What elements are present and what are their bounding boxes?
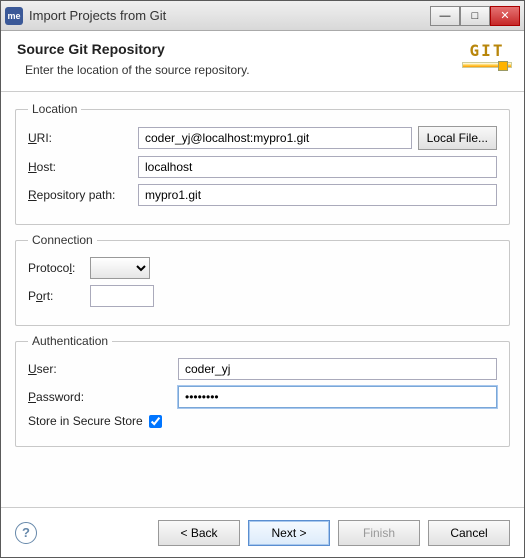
port-label: Port: — [28, 289, 90, 303]
cancel-button[interactable]: Cancel — [428, 520, 510, 546]
auth-legend: Authentication — [28, 334, 112, 348]
location-group: Location URI: Local File... Host: Reposi… — [15, 102, 510, 225]
close-button[interactable]: ✕ — [490, 6, 520, 26]
titlebar[interactable]: me Import Projects from Git ― □ ✕ — [1, 1, 524, 31]
protocol-label: Protocol: — [28, 261, 90, 275]
user-input[interactable] — [178, 358, 497, 380]
repo-path-label: Repository path: — [28, 188, 138, 202]
connection-legend: Connection — [28, 233, 97, 247]
port-input[interactable] — [90, 285, 154, 307]
auth-group: Authentication User: Password: Store in … — [15, 334, 510, 447]
window-controls: ― □ ✕ — [430, 6, 520, 26]
host-input[interactable] — [138, 156, 497, 178]
next-button[interactable]: Next > — [248, 520, 330, 546]
store-label: Store in Secure Store — [28, 414, 143, 428]
password-input[interactable] — [178, 386, 497, 408]
connection-group: Connection Protocol: Port: — [15, 233, 510, 326]
page-subtitle: Enter the location of the source reposit… — [25, 63, 508, 77]
window-title: Import Projects from Git — [29, 8, 430, 23]
minimize-button[interactable]: ― — [430, 6, 460, 26]
maximize-button[interactable]: □ — [460, 6, 490, 26]
git-icon: GIT — [462, 41, 512, 81]
wizard-window: me Import Projects from Git ― □ ✕ Source… — [0, 0, 525, 558]
wizard-footer: ? < Back Next > Finish Cancel — [1, 507, 524, 557]
help-icon[interactable]: ? — [15, 522, 37, 544]
app-icon: me — [5, 7, 23, 25]
wizard-header: Source Git Repository Enter the location… — [1, 31, 524, 92]
back-button[interactable]: < Back — [158, 520, 240, 546]
uri-input[interactable] — [138, 127, 412, 149]
store-secure-checkbox[interactable] — [149, 415, 162, 428]
wizard-content: Location URI: Local File... Host: Reposi… — [1, 92, 524, 507]
local-file-button[interactable]: Local File... — [418, 126, 497, 150]
protocol-select[interactable] — [90, 257, 150, 279]
uri-label: URI: — [28, 131, 138, 145]
finish-button[interactable]: Finish — [338, 520, 420, 546]
user-label: User: — [28, 362, 178, 376]
password-label: Password: — [28, 390, 178, 404]
page-title: Source Git Repository — [17, 41, 508, 57]
host-label: Host: — [28, 160, 138, 174]
repo-path-input[interactable] — [138, 184, 497, 206]
location-legend: Location — [28, 102, 81, 116]
